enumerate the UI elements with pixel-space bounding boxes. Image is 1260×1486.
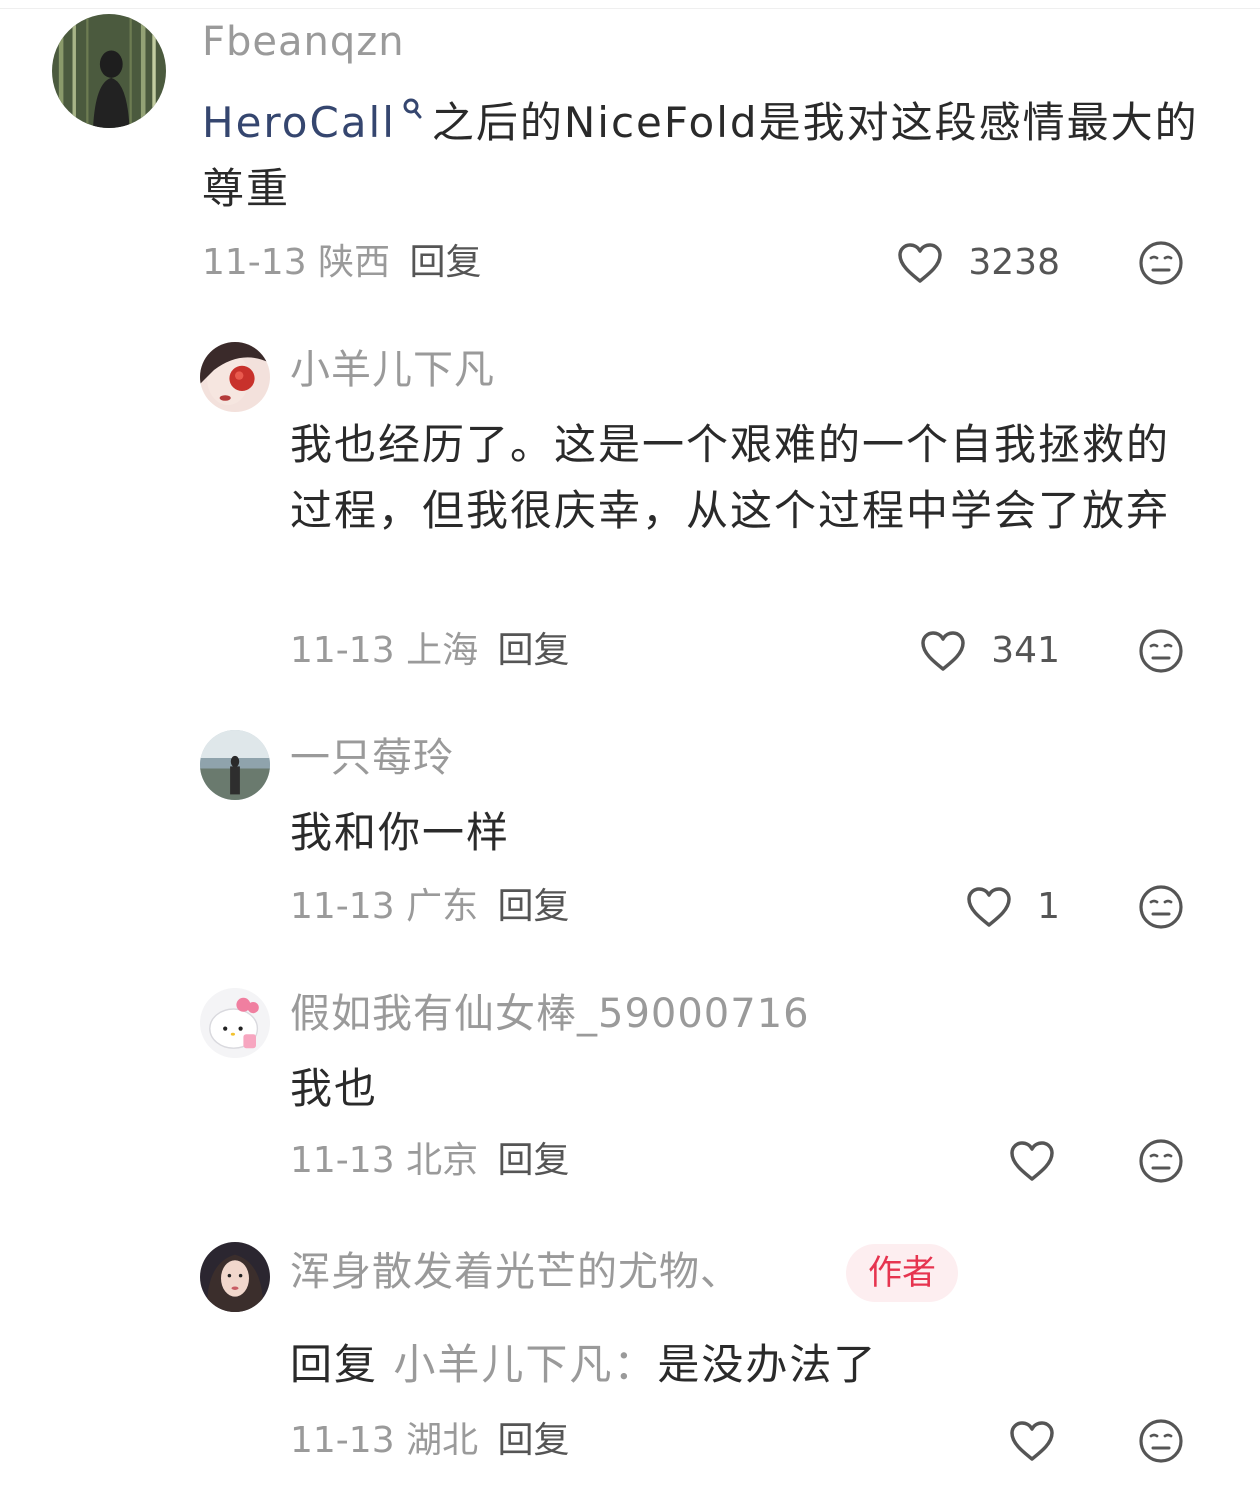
comment-item: 小羊儿下凡 我也经历了。这是一个艰难的一个自我拯救的过程，但我很庆幸，从这个过程…: [0, 320, 1260, 710]
neutral-face-icon[interactable]: [1138, 240, 1184, 286]
comment-location: 广东: [406, 886, 479, 927]
heart-outline-icon: [1010, 1421, 1054, 1461]
reply-prefix: 回复: [290, 1340, 379, 1389]
comment-meta: 11-13 北京 回复: [290, 1136, 570, 1186]
comment-meta: 11-13 广东 回复: [290, 882, 570, 932]
reply-button[interactable]: 回复: [498, 1140, 570, 1181]
comment-text: 回复 小羊儿下凡：是没办法了: [290, 1332, 1190, 1398]
avatar[interactable]: [200, 730, 270, 800]
username[interactable]: 浑身散发着光芒的尤物、: [290, 1244, 741, 1300]
comment-meta: 11-13 陕西 回复: [202, 238, 482, 288]
comment-item: Fbeanqzn HeroCall 之后的NiceFold是我对这段感情最大的尊重…: [0, 0, 1260, 320]
heart-outline-icon: [1010, 1141, 1054, 1181]
username[interactable]: Fbeanqzn: [202, 14, 405, 70]
avatar[interactable]: [200, 1242, 270, 1312]
like-count: 3238: [968, 242, 1060, 283]
comment-location: 湖北: [406, 1420, 479, 1461]
like-button[interactable]: 1: [880, 882, 1060, 932]
reply-button[interactable]: 回复: [498, 1420, 570, 1461]
comment-item: 浑身散发着光芒的尤物、 作者 回复 小羊儿下凡：是没办法了 11-13 湖北 回…: [0, 1220, 1260, 1486]
reply-button[interactable]: 回复: [498, 886, 570, 927]
neutral-face-icon[interactable]: [1138, 1418, 1184, 1464]
like-count: 1: [1037, 886, 1060, 927]
avatar[interactable]: [200, 342, 270, 412]
comment-text: 我也经历了。这是一个艰难的一个自我拯救的过程，但我很庆幸，从这个过程中学会了放弃: [290, 420, 1171, 535]
author-badge: 作者: [846, 1244, 958, 1302]
reply-button[interactable]: 回复: [498, 630, 570, 671]
comment-text: HeroCall 之后的NiceFold是我对这段感情最大的尊重: [202, 90, 1202, 222]
comment-item: 假如我有仙女棒_59000716 我也 11-13 北京 回复: [0, 970, 1260, 1220]
heart-outline-icon: [898, 243, 943, 283]
username[interactable]: 假如我有仙女棒_59000716: [290, 986, 810, 1042]
comment-text: 我也: [290, 1064, 379, 1113]
like-count: 341: [991, 630, 1060, 671]
search-icon: [403, 98, 422, 119]
like-button[interactable]: [880, 1416, 1056, 1466]
heart-outline-icon: [921, 631, 966, 671]
like-button[interactable]: 341: [880, 626, 1060, 676]
comment-date: 11-13: [290, 886, 395, 927]
topic-link[interactable]: HeroCall: [202, 98, 396, 147]
neutral-face-icon[interactable]: [1138, 884, 1184, 930]
comment-date: 11-13: [290, 630, 395, 671]
comment-location: 北京: [406, 1140, 479, 1181]
reply-button[interactable]: 回复: [410, 242, 482, 283]
username[interactable]: 小羊儿下凡: [290, 342, 495, 398]
like-button[interactable]: 3238: [880, 238, 1060, 288]
comment-text: 我和你一样: [290, 808, 511, 857]
neutral-face-icon[interactable]: [1138, 1138, 1184, 1184]
neutral-face-icon[interactable]: [1138, 628, 1184, 674]
comment-meta: 11-13 上海 回复: [290, 626, 570, 676]
comment-body: 是没办法了: [657, 1340, 878, 1389]
comment-meta: 11-13 湖北 回复: [290, 1416, 570, 1466]
comment-date: 11-13: [290, 1420, 395, 1461]
comment-item: 一只莓玲 我和你一样 11-13 广东 回复 1: [0, 710, 1260, 970]
like-button[interactable]: [880, 1136, 1056, 1186]
comment-date: 11-13: [290, 1140, 395, 1181]
comment-location: 陕西: [318, 242, 391, 283]
mention-link[interactable]: 小羊儿下凡：: [393, 1340, 657, 1389]
comment-location: 上海: [406, 630, 479, 671]
avatar[interactable]: [52, 14, 166, 128]
avatar[interactable]: [200, 988, 270, 1058]
heart-outline-icon: [967, 887, 1011, 927]
username[interactable]: 一只莓玲: [290, 730, 454, 786]
comment-date: 11-13: [202, 242, 307, 283]
